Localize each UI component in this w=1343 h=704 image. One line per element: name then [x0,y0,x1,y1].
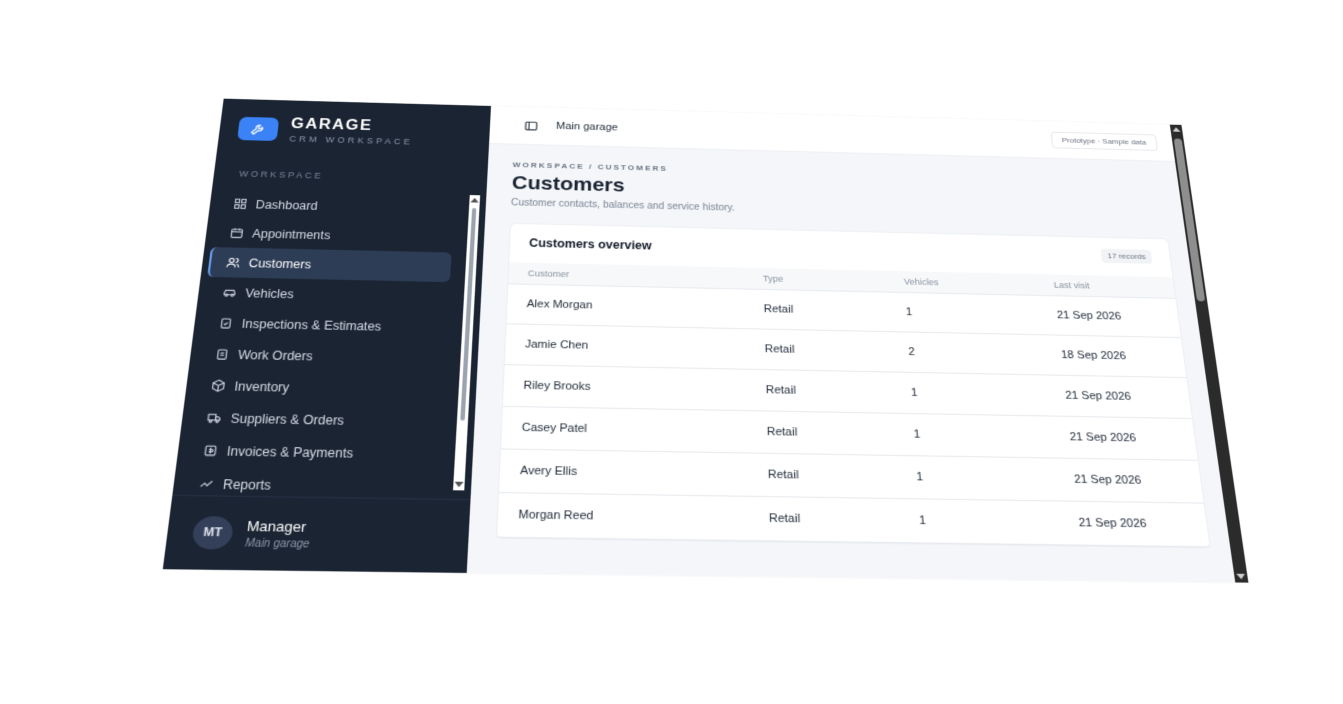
main-area: Main garage Prototype · Sample data WORK… [467,106,1249,583]
table-row[interactable]: Morgan Reed Retail 1 21 Sep 2026 [497,493,1210,547]
user-name: Manager [246,517,312,534]
cell-last-visit: 18 Sep 2026 [1040,335,1186,378]
sidebar-item-invoices[interactable]: Invoices & Payments [176,434,440,471]
brand: GARAGE CRM WORKSPACE [217,99,491,159]
sidebar-item-label: Suppliers & Orders [230,411,345,428]
users-icon [226,256,242,269]
cell-type: Retail [744,289,888,332]
clipboard-check-icon [218,316,234,329]
prototype-badge: Prototype · Sample data [1050,131,1158,150]
invoice-icon [202,444,218,458]
sidebar-item-label: Dashboard [255,198,318,213]
clipboard-list-icon [214,347,230,360]
sidebar-item-label: Inspections & Estimates [241,316,382,333]
box-icon [210,379,226,393]
user-profile[interactable]: MT Manager Main garage [163,495,471,573]
cell-vehicles: 1 [896,455,1057,501]
cell-vehicles: 1 [886,292,1040,335]
app-window: GARAGE CRM WORKSPACE WORKSPACE Dashboard… [163,99,1249,583]
topbar-spacer [618,128,1051,140]
sidebar-item-label: Inventory [234,379,290,394]
customers-card: Customers overview 17 records Customer T… [496,223,1211,549]
user-location: Main garage [245,537,310,550]
sidebar-item-label: Appointments [252,227,331,242]
scroll-up-arrow-icon[interactable] [1172,127,1180,132]
cell-customer: Avery Ellis [499,449,749,496]
stage: GARAGE CRM WORKSPACE WORKSPACE Dashboard… [0,0,1343,704]
calendar-icon [229,227,244,240]
column-header-type[interactable]: Type [744,268,886,292]
cell-customer: Riley Brooks [503,365,747,411]
cell-type: Retail [745,329,890,372]
brand-title: GARAGE [290,116,415,135]
sidebar: GARAGE CRM WORKSPACE WORKSPACE Dashboard… [163,99,491,573]
cell-type: Retail [747,411,896,456]
sidebar-item-label: Invoices & Payments [226,443,354,460]
column-header-last-visit[interactable]: Last visit [1034,274,1175,298]
scroll-down-arrow-icon[interactable] [454,482,463,488]
sidebar-nav: Dashboard Appointments Customers Vehicle… [172,189,486,499]
brand-subtitle: CRM WORKSPACE [289,134,413,146]
sidebar-item-inspections[interactable]: Inspections & Estimates [193,307,448,343]
scroll-down-arrow-icon[interactable] [1236,574,1246,580]
cell-last-visit: 21 Sep 2026 [1049,416,1198,460]
sidebar-item-work-orders[interactable]: Work Orders [189,338,447,374]
sidebar-item-inventory[interactable]: Inventory [185,369,445,405]
truck-icon [206,411,222,425]
card-title: Customers overview [529,236,652,252]
car-icon [222,286,238,299]
cell-type: Retail [746,369,893,413]
avatar: MT [191,516,234,550]
cell-vehicles: 2 [888,332,1044,375]
cell-vehicles: 1 [891,372,1049,416]
cell-type: Retail [749,496,901,542]
chart-icon [198,477,215,491]
dashboard-icon [233,198,248,210]
sidebar-item-suppliers[interactable]: Suppliers & Orders [180,401,442,438]
cell-customer: Morgan Reed [497,493,749,541]
wrench-icon [237,117,279,141]
sidebar-item-label: Work Orders [237,347,313,363]
cell-last-visit: 21 Sep 2026 [1057,501,1210,547]
sidebar-item-label: Reports [222,477,272,493]
cell-customer: Jamie Chen [505,324,746,369]
scroll-up-arrow-icon[interactable] [470,198,479,203]
cell-vehicles: 1 [893,413,1053,458]
cell-last-visit: 21 Sep 2026 [1044,375,1192,419]
cell-customer: Casey Patel [501,406,748,453]
nav-scroll-area: Dashboard Appointments Customers Vehicle… [172,189,486,499]
sidebar-item-label: Vehicles [245,286,295,301]
cell-vehicles: 1 [898,499,1061,545]
sidebar-item-reports[interactable]: Reports [172,467,438,500]
sidebar-toggle-icon[interactable] [524,120,538,130]
cell-type: Retail [748,453,898,499]
cell-last-visit: 21 Sep 2026 [1053,458,1204,503]
workspace-name[interactable]: Main garage [556,121,618,133]
sidebar-item-label: Customers [248,256,312,271]
customers-table: Customer Type Vehicles Last visit Alex M… [497,262,1210,547]
cell-last-visit: 21 Sep 2026 [1037,295,1181,337]
cell-customer: Alex Morgan [507,284,746,329]
page-content: WORKSPACE / CUSTOMERS Customers Customer… [467,144,1249,583]
record-count-badge: 17 records [1101,249,1153,264]
